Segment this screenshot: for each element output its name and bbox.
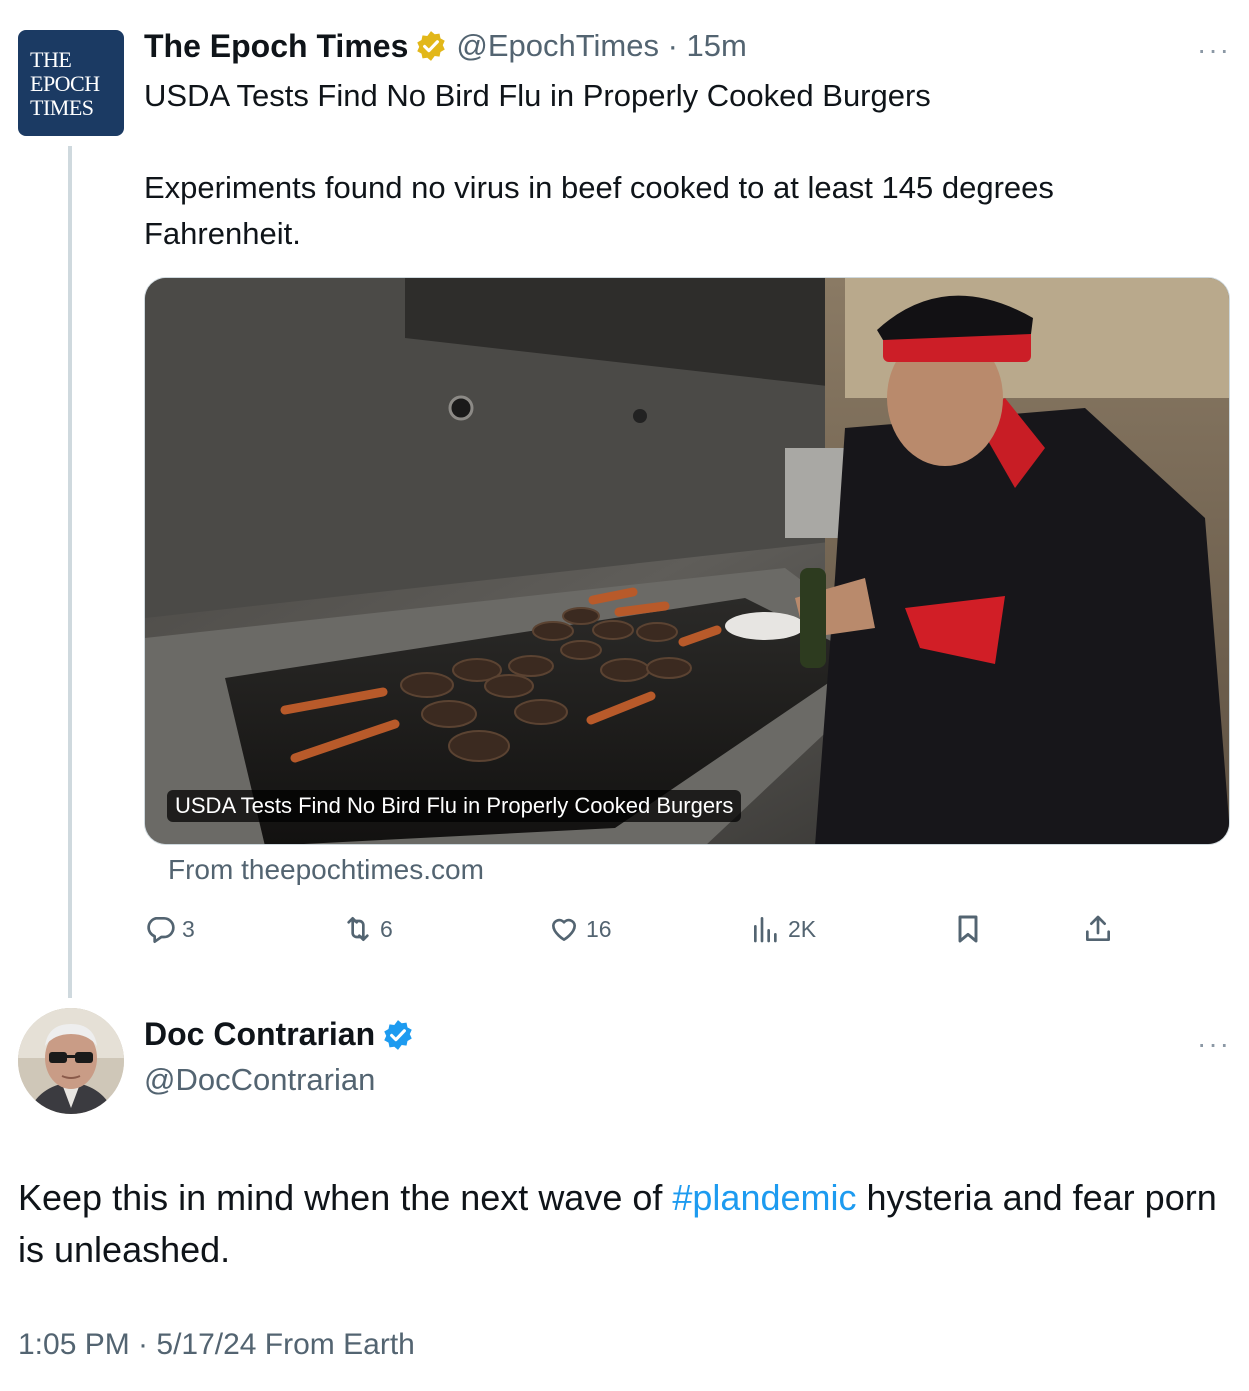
view-count: 2K	[788, 915, 817, 942]
avatar-line: THE	[30, 47, 72, 72]
reply-count: 3	[182, 915, 195, 942]
tweet-text-body: Fahrenheit.	[144, 216, 301, 251]
author-handle[interactable]: @DocContrarian	[144, 1062, 375, 1098]
author-handle-time[interactable]: @EpochTimes · 15m	[456, 28, 746, 64]
share-button[interactable]	[1082, 906, 1120, 952]
card-caption: USDA Tests Find No Bird Flu in Properly …	[167, 790, 742, 822]
tweet-text-headline: USDA Tests Find No Bird Flu in Properly …	[144, 78, 931, 113]
repost-count: 6	[380, 915, 393, 942]
like-count: 16	[586, 915, 612, 942]
avatar-line: EPOCH	[30, 71, 100, 96]
link-card-image[interactable]: USDA Tests Find No Bird Flu in Properly …	[144, 277, 1230, 845]
author-name[interactable]: Doc Contrarian	[144, 1016, 375, 1053]
avatar-line: TIMES	[30, 95, 94, 120]
views-button[interactable]: 2K	[750, 906, 816, 952]
kitchen-grill-photo	[145, 278, 1229, 844]
avatar-photo	[18, 1008, 124, 1114]
hashtag-link[interactable]: #plandemic	[672, 1177, 856, 1218]
reply-button[interactable]: 3	[144, 906, 195, 952]
gold-verified-badge-icon	[417, 31, 446, 61]
author-name[interactable]: The Epoch Times	[144, 28, 408, 65]
bookmark-button[interactable]	[952, 906, 990, 952]
analytics-icon	[754, 917, 777, 943]
heart-icon	[552, 918, 576, 941]
bookmark-icon	[958, 915, 978, 943]
epoch-times-avatar[interactable]: THE EPOCH TIMES	[18, 30, 124, 136]
like-button[interactable]: 16	[548, 906, 612, 952]
parent-tweet-header: The Epoch Times @EpochTimes · 15m	[144, 24, 747, 68]
repost-icon	[347, 917, 369, 941]
share-icon	[1086, 915, 1110, 941]
tweet-text: Keep this in mind when the next wave of	[18, 1177, 673, 1218]
main-tweet-header: Doc Contrarian	[144, 1016, 415, 1053]
reply-icon	[147, 917, 175, 943]
blue-verified-badge-icon	[384, 1019, 412, 1050]
main-tweet-text: Keep this in mind when the next wave of …	[18, 1172, 1233, 1276]
more-options-icon[interactable]: ···	[1197, 1030, 1231, 1058]
card-source-link[interactable]: From theepochtimes.com	[168, 854, 484, 886]
tweet-timestamp[interactable]: 1:05 PM · 5/17/24 From Earth	[18, 1328, 415, 1362]
doc-contrarian-avatar[interactable]	[18, 1008, 124, 1114]
tweet-actions-bar: 3 6 16 2K	[144, 906, 1124, 952]
repost-button[interactable]: 6	[342, 906, 393, 952]
thread-line	[68, 146, 72, 998]
tweet-text-body: Experiments found no virus in beef cooke…	[144, 170, 1054, 205]
more-options-icon[interactable]: ···	[1197, 36, 1231, 64]
